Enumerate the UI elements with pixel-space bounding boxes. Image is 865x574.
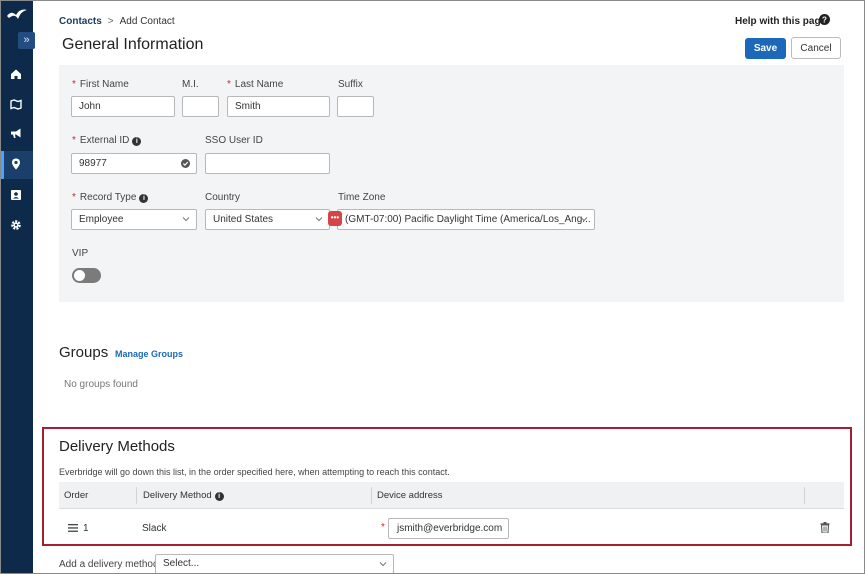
add-delivery-method-label: Add a delivery method: bbox=[59, 559, 162, 570]
suffix-input[interactable] bbox=[337, 96, 374, 117]
svg-text:?: ? bbox=[822, 16, 827, 25]
row-delivery-method: Slack bbox=[142, 523, 167, 534]
map-icon[interactable] bbox=[8, 96, 24, 112]
country-select[interactable]: United States bbox=[205, 209, 330, 230]
external-id-label: * External ID i bbox=[72, 135, 142, 146]
app-window: » Contacts > Add Contact General Informa… bbox=[0, 0, 865, 574]
chevron-down-icon bbox=[182, 217, 190, 222]
row-order: 1 bbox=[83, 523, 89, 534]
external-id-input[interactable]: 98977 bbox=[71, 153, 197, 174]
column-divider bbox=[371, 487, 372, 504]
breadcrumb-separator: > bbox=[107, 16, 114, 27]
last-name-label: * Last Name bbox=[227, 79, 284, 90]
record-type-label: * Record Type i bbox=[72, 192, 149, 203]
chevron-down-icon bbox=[379, 562, 387, 567]
nav-active-indicator bbox=[1, 151, 4, 179]
page-title: General Information bbox=[62, 36, 204, 53]
delivery-table-header: Order Delivery Method i Device address bbox=[59, 482, 844, 509]
record-type-select[interactable]: Employee bbox=[71, 209, 197, 230]
sidebar: » bbox=[1, 1, 35, 573]
delivery-methods-title: Delivery Methods bbox=[59, 438, 175, 455]
sso-user-id-input[interactable] bbox=[205, 153, 330, 174]
time-zone-label: Time Zone bbox=[338, 192, 386, 203]
breadcrumb: Contacts > Add Contact bbox=[59, 16, 175, 27]
help-link[interactable]: Help with this page bbox=[735, 16, 826, 27]
save-button[interactable]: Save bbox=[745, 38, 786, 59]
help-icon[interactable]: ? bbox=[819, 14, 830, 25]
column-divider bbox=[804, 487, 805, 504]
everbridge-logo-icon[interactable] bbox=[5, 7, 29, 25]
add-delivery-method-select[interactable]: Select... bbox=[155, 554, 394, 573]
first-name-label: * First Name bbox=[72, 79, 129, 90]
manage-groups-link[interactable]: Manage Groups bbox=[115, 349, 183, 359]
breadcrumb-current: Add Contact bbox=[119, 16, 175, 27]
first-name-input[interactable]: John bbox=[71, 96, 175, 117]
sso-user-id-label: SSO User ID bbox=[205, 135, 263, 146]
suffix-label: Suffix bbox=[338, 79, 363, 90]
last-name-input[interactable]: Smith bbox=[227, 96, 330, 117]
contacts-icon[interactable] bbox=[8, 187, 24, 203]
cancel-button[interactable]: Cancel bbox=[791, 37, 841, 59]
country-label: Country bbox=[205, 192, 241, 203]
megaphone-icon[interactable] bbox=[8, 125, 24, 141]
record-type-value: Employee bbox=[79, 214, 124, 225]
column-divider bbox=[136, 487, 137, 504]
expand-sidebar-icon[interactable]: » bbox=[18, 32, 35, 49]
country-value: United States bbox=[213, 214, 274, 225]
info-icon[interactable]: i bbox=[139, 194, 149, 203]
mi-input[interactable] bbox=[182, 96, 219, 117]
info-icon[interactable]: i bbox=[132, 137, 142, 146]
groups-title: Groups bbox=[59, 344, 109, 361]
general-info-panel bbox=[59, 65, 844, 302]
gear-icon[interactable] bbox=[8, 217, 24, 233]
add-delivery-method-placeholder: Select... bbox=[163, 558, 200, 569]
toggle-knob bbox=[74, 270, 85, 281]
trash-icon[interactable] bbox=[820, 522, 830, 533]
no-groups-text: No groups found bbox=[64, 379, 138, 390]
breadcrumb-contacts-link[interactable]: Contacts bbox=[59, 16, 102, 27]
time-zone-value: (GMT-07:00) Pacific Daylight Time (Ameri… bbox=[345, 214, 591, 225]
column-device-address[interactable]: Device address bbox=[377, 490, 442, 501]
column-order[interactable]: Order bbox=[64, 490, 88, 501]
info-icon[interactable]: i bbox=[214, 492, 224, 501]
vip-label: VIP bbox=[72, 248, 89, 259]
column-delivery-method[interactable]: Delivery Method i bbox=[143, 490, 224, 501]
mi-label: M.I. bbox=[182, 79, 199, 90]
extension-badge-icon[interactable]: ••• bbox=[328, 211, 342, 226]
chevron-down-icon bbox=[580, 217, 588, 222]
time-zone-select[interactable]: (GMT-07:00) Pacific Daylight Time (Ameri… bbox=[337, 209, 595, 230]
delivery-methods-description: Everbridge will go down this list, in th… bbox=[59, 467, 450, 477]
location-pin-icon[interactable] bbox=[8, 156, 24, 172]
external-id-value: 98977 bbox=[79, 158, 107, 169]
chevron-down-icon bbox=[315, 217, 323, 222]
home-icon[interactable] bbox=[8, 66, 24, 82]
drag-handle-icon[interactable] bbox=[68, 524, 78, 532]
device-address-required: * bbox=[381, 522, 385, 533]
check-icon bbox=[181, 159, 190, 168]
vip-toggle[interactable] bbox=[72, 268, 101, 283]
device-address-input[interactable]: jsmith@everbridge.com bbox=[388, 518, 509, 539]
